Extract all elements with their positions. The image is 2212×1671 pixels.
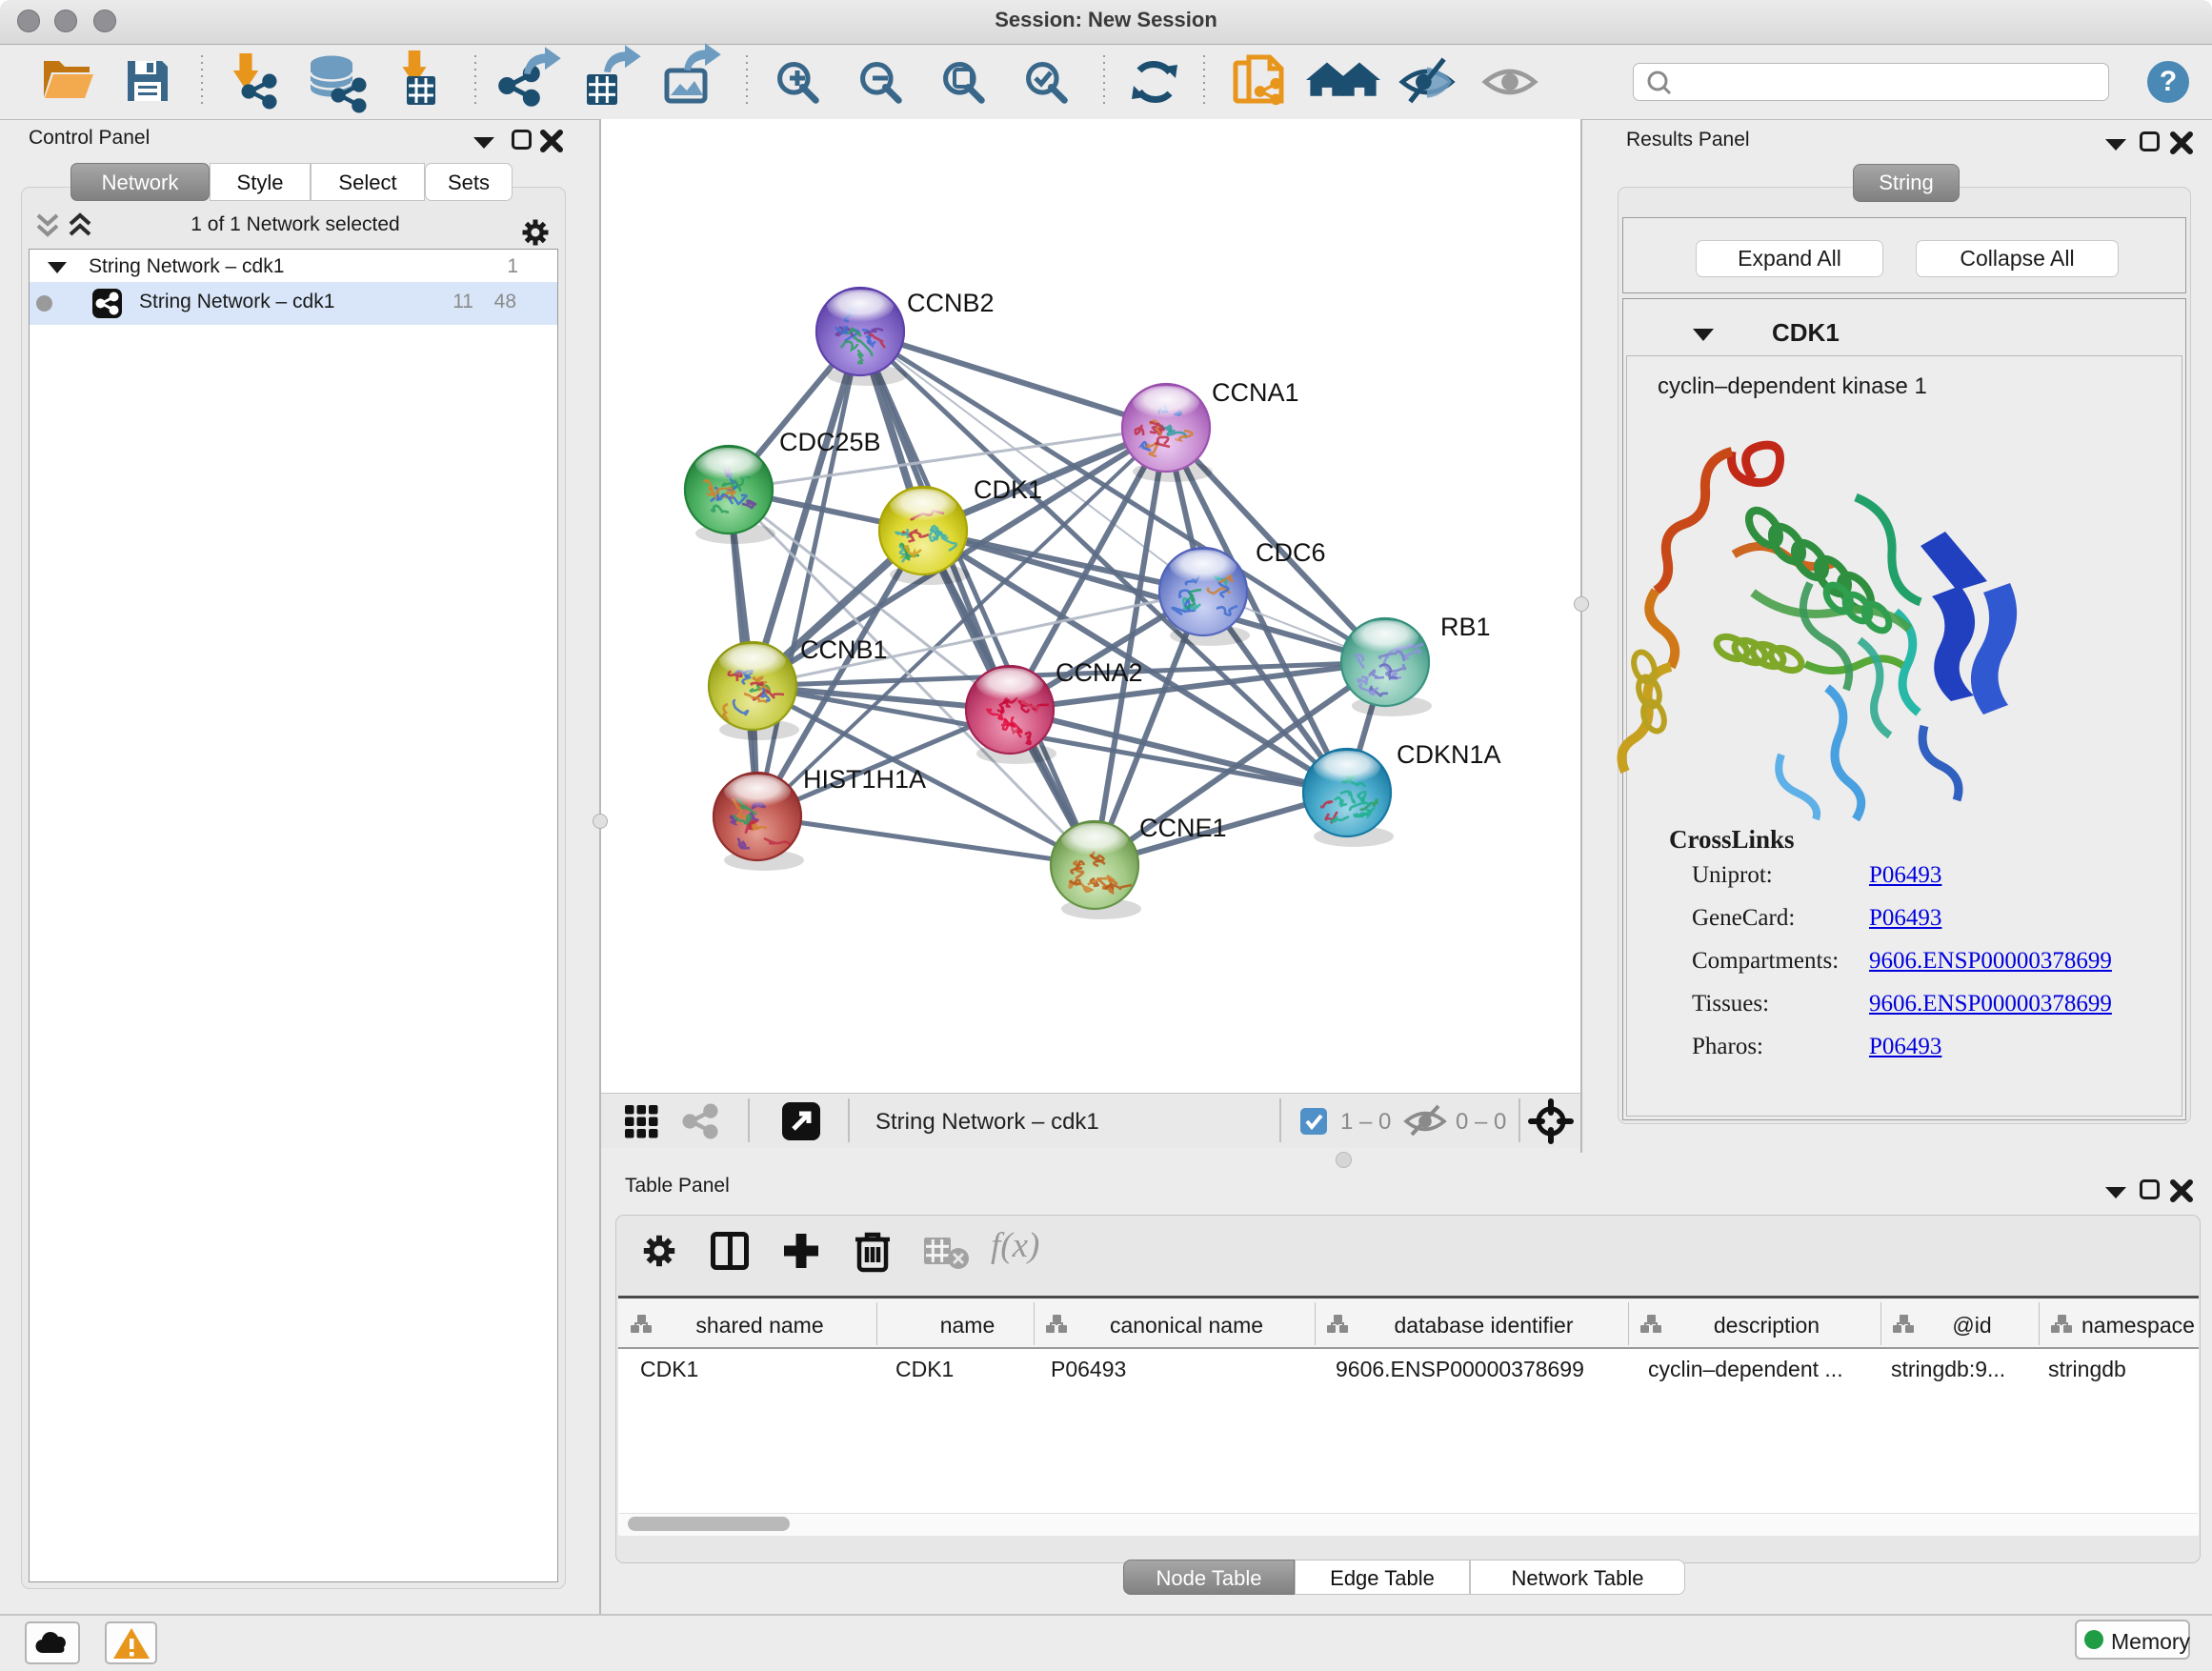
svg-text:CDKN1A: CDKN1A xyxy=(1397,740,1501,769)
svg-text:CCNB2: CCNB2 xyxy=(907,289,995,317)
svg-text:1 – 0: 1 – 0 xyxy=(1340,1109,1391,1135)
svg-text:CCNB1: CCNB1 xyxy=(800,635,888,664)
svg-text:CDC25B: CDC25B xyxy=(779,428,881,456)
svg-text:0 – 0: 0 – 0 xyxy=(1456,1109,1506,1135)
svg-text:CCNA1: CCNA1 xyxy=(1212,378,1299,407)
svg-text:RB1: RB1 xyxy=(1440,613,1491,641)
svg-text:String Network – cdk1: String Network – cdk1 xyxy=(875,1109,1099,1135)
svg-text:CCNE1: CCNE1 xyxy=(1139,814,1227,842)
svg-text:CCNA2: CCNA2 xyxy=(1056,658,1143,687)
svg-text:HIST1H1A: HIST1H1A xyxy=(803,765,926,794)
svg-text:CDK1: CDK1 xyxy=(974,475,1042,504)
svg-text:CDC6: CDC6 xyxy=(1256,538,1326,567)
